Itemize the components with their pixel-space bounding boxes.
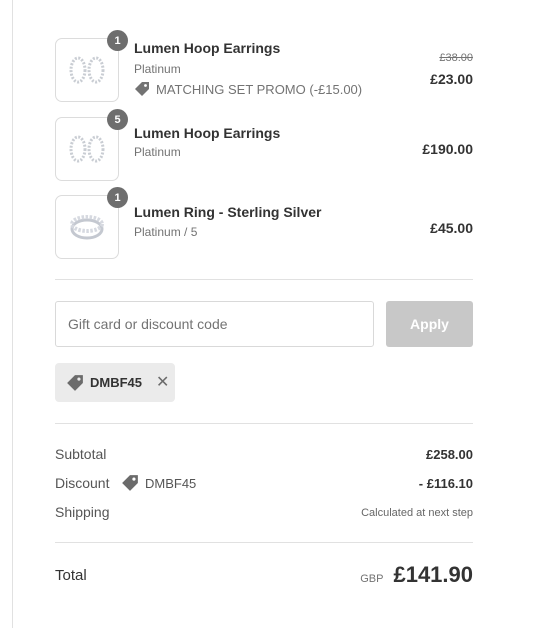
subtotal-label: Subtotal (55, 446, 107, 462)
total-amount: £141.90 (393, 562, 473, 587)
line-item: 1 Lumen Ring - Sterling Silver Platinum … (55, 187, 475, 261)
apply-button[interactable]: Apply (386, 301, 473, 347)
item-name: Lumen Hoop Earrings (134, 125, 281, 141)
quantity-badge: 5 (107, 109, 128, 130)
promo-label: MATCHING SET PROMO (-£15.00) (156, 81, 363, 97)
quantity-badge: 1 (107, 187, 128, 208)
subtotal-value: £258.00 (426, 447, 473, 462)
applied-code-label: DMBF45 (90, 375, 143, 390)
tag-icon (122, 475, 138, 491)
divider (55, 542, 473, 543)
item-variant: Platinum (134, 145, 181, 159)
line-item: 5 Lumen Hoop Earrings Platinum £190.00 (55, 109, 475, 183)
item-name: Lumen Ring - Sterling Silver (134, 204, 322, 220)
hoop-earrings-image (69, 56, 105, 84)
ring-image (70, 215, 104, 240)
total-amount-group: GBP £141.90 (360, 562, 473, 588)
item-price: £45.00 (430, 220, 473, 236)
discount-code-label: DMBF45 (145, 475, 197, 491)
item-price: £23.00 (430, 71, 473, 87)
item-variant: Platinum (134, 62, 181, 76)
item-promo: MATCHING SET PROMO (-£15.00) (134, 81, 362, 97)
item-name: Lumen Hoop Earrings (134, 40, 281, 56)
tag-icon (67, 374, 83, 391)
left-divider (12, 0, 13, 628)
quantity-badge: 1 (107, 30, 128, 51)
hoop-earrings-image (69, 135, 105, 163)
tag-icon (135, 82, 149, 96)
close-icon[interactable]: ✕ (156, 374, 169, 391)
divider (55, 423, 473, 424)
item-variant: Platinum / 5 (134, 225, 198, 239)
discount-value: - £116.10 (418, 476, 473, 491)
discount-code-input[interactable] (55, 301, 374, 347)
original-price: £38.00 (439, 52, 473, 64)
line-item: 1 Lumen Hoop Earrings Platinum MATCHING … (55, 30, 475, 104)
currency-code: GBP (360, 573, 384, 585)
divider (55, 279, 473, 280)
total-label: Total (55, 567, 87, 584)
shipping-label: Shipping (55, 504, 110, 520)
applied-discount-chip: DMBF45 ✕ (55, 363, 175, 402)
discount-code: DMBF45 (121, 474, 196, 492)
item-price: £190.00 (422, 141, 473, 157)
discount-label: Discount (55, 475, 110, 491)
shipping-value: Calculated at next step (361, 507, 473, 519)
